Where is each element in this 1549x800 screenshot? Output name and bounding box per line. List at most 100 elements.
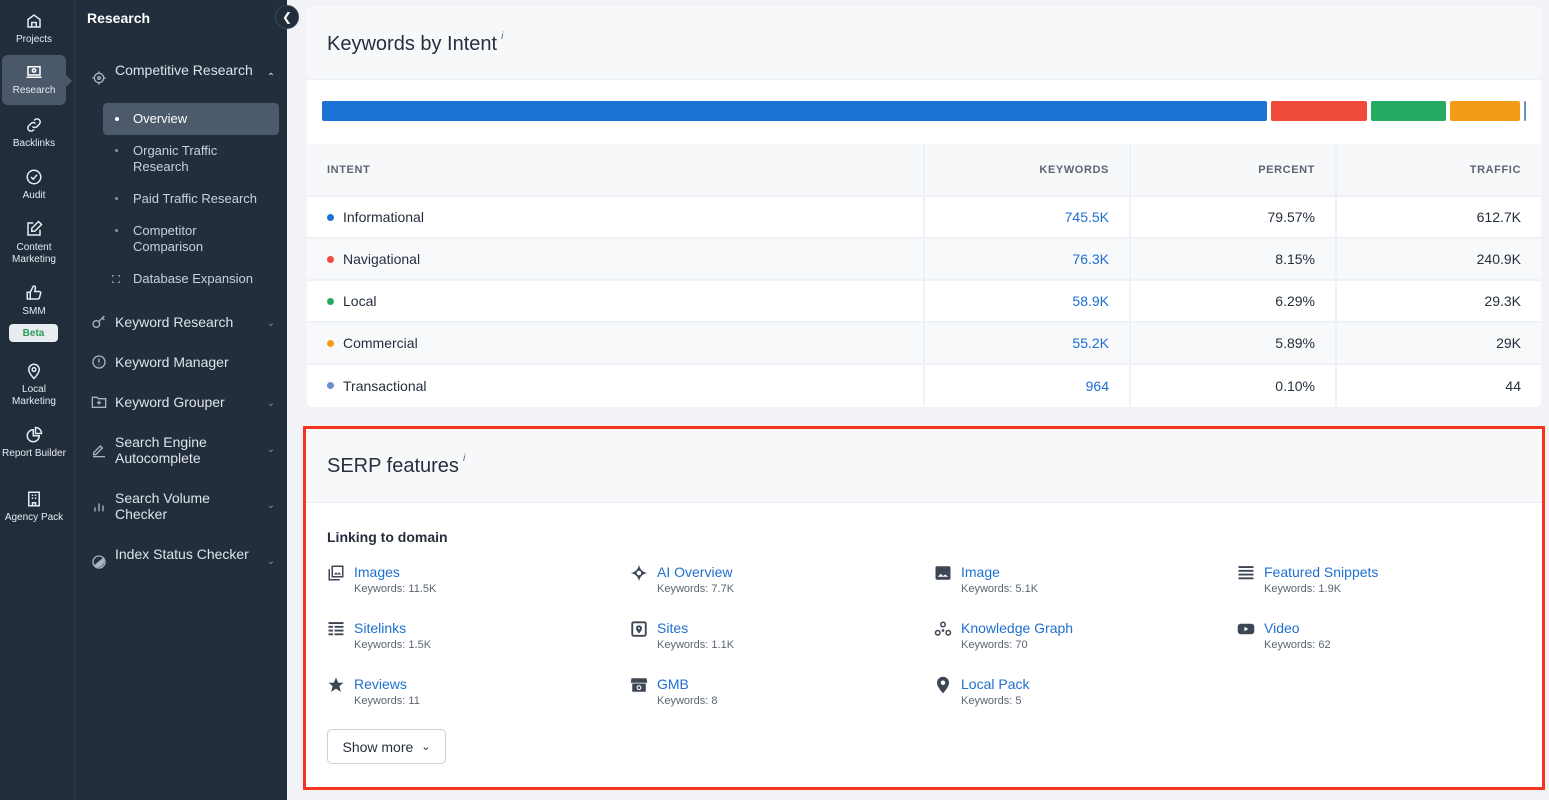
intent-cell: Local xyxy=(307,279,925,322)
intent-bar-segment-commercial[interactable] xyxy=(1450,101,1520,121)
icon-rail: Projects Research Backlinks Audit Conten… xyxy=(0,0,75,800)
traffic-cell: 240.9K xyxy=(1336,237,1541,280)
map-pin-icon xyxy=(937,676,949,694)
serp-feature-name[interactable]: GMB xyxy=(657,675,718,693)
serp-feature-images[interactable]: Images Keywords: 11.5K xyxy=(327,563,436,597)
serp-feature-ai-overview[interactable]: AI Overview Keywords: 7.7K xyxy=(630,563,734,597)
info-icon[interactable]: i xyxy=(463,453,465,464)
serp-feature-name[interactable]: Knowledge Graph xyxy=(961,619,1073,637)
chevron-down-icon[interactable]: ⌄ xyxy=(265,316,277,332)
table-header-row: INTENT KEYWORDS PERCENT TRAFFIC xyxy=(307,144,1541,196)
serp-feature-featured-snippets[interactable]: Featured Snippets Keywords: 1.9K xyxy=(1237,563,1378,597)
column-header-intent: INTENT xyxy=(307,144,925,196)
serp-feature-video[interactable]: Video Keywords: 62 xyxy=(1237,619,1331,653)
show-more-button[interactable]: Show more ⌄ xyxy=(327,729,446,764)
nav-item-competitor-comparison[interactable]: Competitor Comparison xyxy=(103,215,279,263)
nav-group-search-engine-autocomplete[interactable]: Search Engine Autocomplete ⌄ xyxy=(91,434,277,466)
rail-item-content-marketing[interactable]: Content Marketing xyxy=(2,212,66,268)
keywords-link[interactable]: 76.3K xyxy=(1072,251,1109,267)
rail-item-label: SMM xyxy=(22,306,46,317)
link-icon xyxy=(27,118,41,132)
rail-item-report-builder[interactable]: Report Builder xyxy=(2,418,66,474)
intent-bar-segment-transactional[interactable] xyxy=(1524,101,1526,121)
serp-feature-gmb[interactable]: GMB Keywords: 8 xyxy=(630,675,718,709)
chevron-down-icon[interactable]: ⌄ xyxy=(265,554,277,570)
rail-item-audit[interactable]: Audit xyxy=(2,160,66,208)
serp-feature-name[interactable]: AI Overview xyxy=(657,563,734,581)
serp-feature-sites[interactable]: Sites Keywords: 1.1K xyxy=(630,619,734,653)
intent-color-dot xyxy=(327,255,334,263)
card-title: Keywords by Intent xyxy=(327,33,498,55)
rail-item-smm[interactable]: SMM xyxy=(2,276,66,318)
serp-feature-name[interactable]: Featured Snippets xyxy=(1264,563,1378,581)
serp-feature-name[interactable]: Sites xyxy=(657,619,734,637)
nav-item-database-expansion[interactable]: Database Expansion xyxy=(103,263,279,295)
subnav-title: Research xyxy=(87,10,151,26)
edit-square-icon xyxy=(27,220,43,236)
nav-group-keyword-research[interactable]: Keyword Research ⌄ xyxy=(91,314,277,332)
intent-name: Local xyxy=(343,293,377,309)
serp-feature-name[interactable]: Images xyxy=(354,563,436,581)
rail-item-backlinks[interactable]: Backlinks xyxy=(2,108,66,156)
table-row: Local 58.9K 6.29% 29.3K xyxy=(307,279,1541,322)
serp-feature-name[interactable]: Sitelinks xyxy=(354,619,431,637)
collapse-sidebar-button[interactable]: ❮ xyxy=(275,5,299,29)
serp-feature-count: Keywords: 70 xyxy=(961,639,1028,651)
table-row: Informational 745.5K 79.57% 612.7K xyxy=(307,195,1541,238)
serp-feature-name[interactable]: Image xyxy=(961,563,1038,581)
intent-color-dot xyxy=(327,213,334,221)
thumbs-up-icon xyxy=(26,285,42,300)
rail-item-local-marketing[interactable]: Local Marketing xyxy=(2,354,66,410)
nav-group-label: Index Status Checker xyxy=(115,546,249,562)
rail-item-projects[interactable]: Projects xyxy=(2,4,66,52)
intent-bar-segment-local[interactable] xyxy=(1371,101,1447,121)
serp-feature-count: Keywords: 5.1K xyxy=(961,583,1039,595)
nav-item-overview[interactable]: Overview xyxy=(103,103,279,135)
keywords-link[interactable]: 58.9K xyxy=(1072,293,1109,309)
chevron-down-icon[interactable]: ⌄ xyxy=(265,396,277,412)
serp-feature-image[interactable]: Image Keywords: 5.1K xyxy=(934,563,1038,597)
bullet-icon xyxy=(115,149,118,152)
nav-group-competitive-research[interactable]: Competitive Research ⌃ xyxy=(91,62,277,86)
folder-plus-icon xyxy=(91,396,107,408)
rail-item-research[interactable]: Research xyxy=(2,55,72,105)
intent-cell: Informational xyxy=(307,195,925,238)
chevron-down-icon[interactable]: ⌄ xyxy=(265,498,277,514)
serp-feature-knowledge-graph[interactable]: Knowledge Graph Keywords: 70 xyxy=(934,619,1073,653)
serp-feature-sitelinks[interactable]: Sitelinks Keywords: 1.5K xyxy=(327,619,431,653)
serp-feature-count: Keywords: 1.1K xyxy=(657,639,735,651)
nav-item-label: Competitor Comparison xyxy=(133,223,204,254)
card-header: Keywords by Intent i xyxy=(307,6,1541,80)
intent-cell: Transactional xyxy=(307,363,925,406)
column-header-keywords: KEYWORDS xyxy=(924,144,1131,196)
keywords-link[interactable]: 745.5K xyxy=(1065,209,1109,225)
keywords-link[interactable]: 964 xyxy=(1086,378,1109,394)
serp-feature-local-pack[interactable]: Local Pack Keywords: 5 xyxy=(934,675,1029,709)
serp-feature-name[interactable]: Reviews xyxy=(354,675,420,693)
beta-badge: Beta xyxy=(9,324,58,342)
serp-feature-reviews[interactable]: Reviews Keywords: 11 xyxy=(327,675,420,709)
keywords-link[interactable]: 55.2K xyxy=(1072,335,1109,351)
chevron-left-icon: ❮ xyxy=(281,10,293,24)
nav-group-index-status-checker[interactable]: Index Status Checker ⌄ xyxy=(91,546,277,570)
intent-bar-segment-navigational[interactable] xyxy=(1270,101,1368,121)
expand-icon xyxy=(112,275,120,283)
pencil-icon xyxy=(93,445,105,458)
rail-item-agency-pack[interactable]: Agency Pack xyxy=(2,482,66,538)
info-icon[interactable]: i xyxy=(501,31,503,42)
intent-distribution-bar xyxy=(307,80,1541,144)
nav-item-organic-traffic-research[interactable]: Organic Traffic Research xyxy=(103,135,279,183)
chevron-down-icon[interactable]: ⌄ xyxy=(265,442,277,458)
nav-group-search-volume-checker[interactable]: Search Volume Checker ⌄ xyxy=(91,490,277,522)
nav-group-label: Search Volume Checker xyxy=(115,490,210,522)
intent-bar-segment-informational[interactable] xyxy=(322,101,1267,121)
nav-item-paid-traffic-research[interactable]: Paid Traffic Research xyxy=(103,183,279,215)
serp-feature-name[interactable]: Video xyxy=(1264,619,1331,637)
video-icon xyxy=(1237,623,1255,635)
serp-feature-name[interactable]: Local Pack xyxy=(961,675,1029,693)
nav-group-keyword-grouper[interactable]: Keyword Grouper ⌄ xyxy=(91,394,277,412)
chevron-up-icon[interactable]: ⌃ xyxy=(265,70,277,86)
traffic-cell: 612.7K xyxy=(1336,195,1541,238)
nav-group-keyword-manager[interactable]: Keyword Manager xyxy=(91,354,277,370)
serp-feature-count: Keywords: 11 xyxy=(354,695,420,707)
